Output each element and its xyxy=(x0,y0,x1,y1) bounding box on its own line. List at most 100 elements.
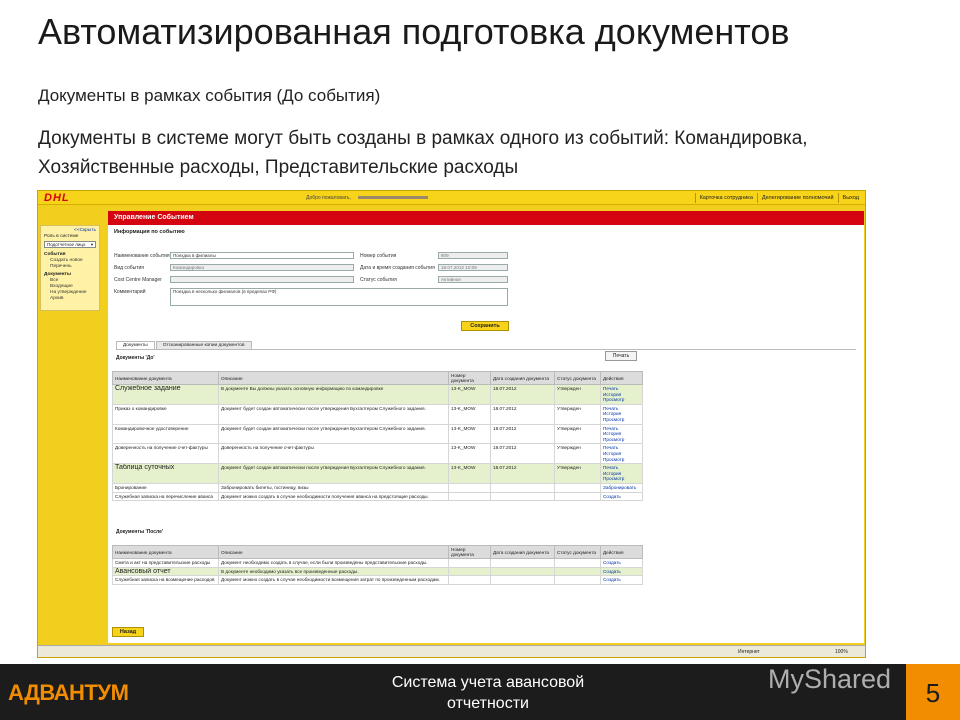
doc-status-cell xyxy=(554,575,601,585)
action-link[interactable]: Забронировать xyxy=(603,485,640,491)
doc-status-cell xyxy=(554,482,601,493)
doc-date-cell: 18.07.2012 xyxy=(490,384,555,405)
doc-status-cell: Утвержден xyxy=(554,423,601,445)
doc-num-cell: 13-K_MOW xyxy=(448,463,491,484)
role-label: Роль в системе xyxy=(44,234,79,239)
action-link[interactable]: Создать xyxy=(603,560,640,566)
doc-num-cell xyxy=(448,558,491,568)
footer-title: Система учета авансовой отчетности xyxy=(391,674,585,712)
info-section-title: Информация по событию xyxy=(114,229,185,235)
slide-title: Автоматизированная подготовка документов xyxy=(38,11,790,52)
event-type-select[interactable]: Командировка xyxy=(170,264,354,271)
delegation-link[interactable]: Делегирование полномочий xyxy=(756,193,838,203)
slide-footer: АДВАНТУМ Система учета авансовой отчетно… xyxy=(0,664,960,720)
doc-actions-cell: Печать История Просмотр xyxy=(600,403,643,425)
event-name-input[interactable]: Поездка в филиалы xyxy=(170,252,354,259)
statusbar-zoom[interactable]: 100% xyxy=(835,649,848,655)
app-topbar: DHL Добро пожаловать, Карточка сотрудник… xyxy=(38,191,865,205)
advantum-logo: АДВАНТУМ xyxy=(8,680,129,705)
doc-actions-cell: Забронировать xyxy=(600,482,643,493)
ccm-label: Cost Centre Manager xyxy=(114,277,162,283)
sidebar-item-list[interactable]: Перечень xyxy=(44,264,96,270)
action-link[interactable]: Просмотр xyxy=(603,437,640,443)
ccm-input[interactable] xyxy=(170,276,354,283)
statusbar-internet: Интернет xyxy=(738,649,760,655)
doc-desc-cell: В документе необходимо указать все произ… xyxy=(218,566,449,577)
col-header-status: Статус документа xyxy=(554,545,601,559)
page-title-bar: Управление Событием xyxy=(108,211,864,225)
doc-actions-cell: Создать xyxy=(600,575,643,585)
doc-name-cell: Таблица суточных xyxy=(112,463,219,484)
doc-date-cell: 18.07.2012 xyxy=(490,403,555,425)
save-button[interactable]: Сохранить xyxy=(461,321,509,331)
table-row: Командировочное удостоверение Документ бу… xyxy=(112,423,643,445)
action-link[interactable]: Просмотр xyxy=(603,397,640,403)
event-number-input: 809 xyxy=(438,252,508,259)
doc-desc-cell: Документ можно создать в случае необходи… xyxy=(218,491,449,502)
col-header-status: Статус документа xyxy=(554,371,601,385)
doc-status-cell: Утвержден xyxy=(554,443,601,465)
doc-status-cell xyxy=(554,491,601,502)
comment-label: Комментарий xyxy=(114,289,146,295)
sidebar-item-archive[interactable]: Архив xyxy=(44,296,96,302)
doc-num-cell: 13-K_MOW xyxy=(448,443,491,465)
col-header-desc: Описание xyxy=(218,545,449,559)
tab-divider xyxy=(116,349,856,350)
col-header-actions: Действия xyxy=(600,371,643,385)
doc-desc-cell: Документ будет создан автоматически посл… xyxy=(218,463,449,484)
doc-num-cell xyxy=(448,575,491,585)
status-select[interactable]: Активное xyxy=(438,276,508,283)
doc-actions-cell: Печать История Просмотр xyxy=(600,384,643,405)
doc-name-cell: Приказ о командировке xyxy=(112,403,219,425)
doc-desc-cell: Забронировать билеты, гостиницу, визы xyxy=(218,482,449,493)
doc-desc-cell: Документ будет создан автоматически посл… xyxy=(218,423,449,445)
back-button[interactable]: Назад xyxy=(112,627,144,637)
action-link[interactable]: Создать xyxy=(603,569,640,575)
created-input: 18.07.2012 10:08 xyxy=(438,264,508,271)
action-link[interactable]: Просмотр xyxy=(603,476,640,482)
welcome-text: Добро пожаловать, xyxy=(306,195,351,201)
event-type-label: Вид события xyxy=(114,265,145,271)
sidebar: <<Скрыть Роль в системе Подотчетное лицо… xyxy=(40,225,100,311)
comment-textarea[interactable]: Поездка в несколько филиалов (в пределах… xyxy=(170,288,508,306)
doc-desc-cell: Документ будет создан автоматически посл… xyxy=(218,403,449,425)
action-link[interactable]: Просмотр xyxy=(603,457,640,463)
doc-num-cell: 13-K_MOW xyxy=(448,384,491,405)
doc-name-cell: Служебная записка на возмещение расходов xyxy=(112,575,219,585)
action-link[interactable]: Создать xyxy=(603,577,640,583)
table-row: Приказ о командировке Документ будет созд… xyxy=(112,403,643,425)
doc-date-cell xyxy=(490,566,555,577)
doc-status-cell: Утвержден xyxy=(554,463,601,484)
table-row: Таблица суточных Документ будет создан ав… xyxy=(112,463,643,484)
doc-num-cell: 13-K_MOW xyxy=(448,423,491,445)
table-row: Доверенность на получение счет-фактуры До… xyxy=(112,443,643,465)
doc-actions-cell: Печать История Просмотр xyxy=(600,423,643,445)
doc-status-cell: Утвержден xyxy=(554,384,601,405)
doc-num-cell xyxy=(448,491,491,502)
page-number: 5 xyxy=(906,664,960,720)
doc-status-cell xyxy=(554,558,601,568)
doc-desc-cell: В документе Вы должны указать основную и… xyxy=(218,384,449,405)
docs-before-label: Документы 'До' xyxy=(116,355,155,361)
table-row: Авансовый отчет В документе необходимо ук… xyxy=(112,566,643,577)
doc-date-cell xyxy=(490,491,555,502)
doc-actions-cell: Создать xyxy=(600,558,643,568)
watermark: MyShared xyxy=(768,664,892,694)
event-number-label: Номер события xyxy=(360,253,397,259)
role-select[interactable]: Подотчетное лицо xyxy=(44,241,96,248)
table-row: Смета и акт на представительские расходы… xyxy=(112,558,643,568)
dhl-logo: DHL xyxy=(44,192,70,204)
table-row: Служебное задание В документе Вы должны у… xyxy=(112,384,643,405)
logout-link[interactable]: Выход xyxy=(837,193,863,203)
employee-card-link[interactable]: Карточка сотрудника xyxy=(694,193,757,203)
doc-name-cell: Служебная записка на перечисление аванса xyxy=(112,491,219,502)
action-link[interactable]: Просмотр xyxy=(603,417,640,423)
doc-status-cell xyxy=(554,566,601,577)
table-row: Служебная записка на перечисление аванса… xyxy=(112,491,643,502)
doc-name-cell: Служебное задание xyxy=(112,384,219,405)
event-name-label: Наименование события xyxy=(114,253,170,259)
print-button[interactable]: Печать xyxy=(605,351,637,361)
col-header-name: Наименование документа xyxy=(112,545,219,559)
action-link[interactable]: Создать xyxy=(603,494,640,500)
doc-date-cell xyxy=(490,575,555,585)
